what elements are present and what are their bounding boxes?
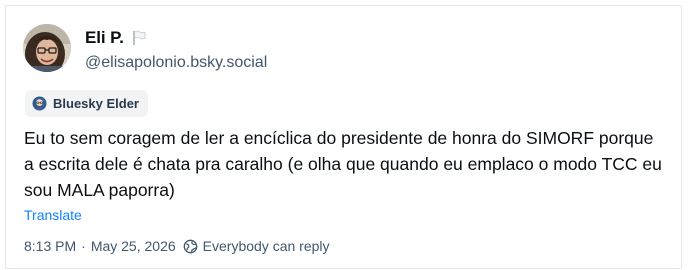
white-flag-icon: [132, 30, 146, 46]
bluesky-elder-badge[interactable]: Bluesky Elder: [25, 90, 148, 117]
post-time[interactable]: 8:13 PM: [24, 238, 76, 254]
reply-setting[interactable]: Everybody can reply: [183, 238, 330, 254]
translate-link[interactable]: Translate: [24, 207, 82, 223]
globe-icon: [183, 239, 198, 254]
post-date[interactable]: May 25, 2026: [91, 238, 176, 254]
author-name-row: Eli P.: [85, 26, 146, 50]
author-handle[interactable]: @elisapolonio.bsky.social: [85, 54, 267, 72]
author-avatar[interactable]: [23, 24, 71, 72]
meta-separator: ·: [81, 238, 86, 254]
post-card[interactable]: Eli P. @elisapolonio.bsky.social Bluesky…: [5, 5, 682, 269]
post-meta: 8:13 PM · May 25, 2026 Everybody can rep…: [24, 236, 330, 256]
avatar-photo-icon: [23, 24, 71, 72]
reply-setting-label: Everybody can reply: [202, 238, 330, 254]
badge-label: Bluesky Elder: [53, 96, 139, 111]
post-text: Eu to sem coragem de ler a encíclica do …: [24, 128, 662, 200]
bluesky-elder-icon: [32, 96, 47, 111]
author-display-name[interactable]: Eli P.: [85, 28, 124, 48]
